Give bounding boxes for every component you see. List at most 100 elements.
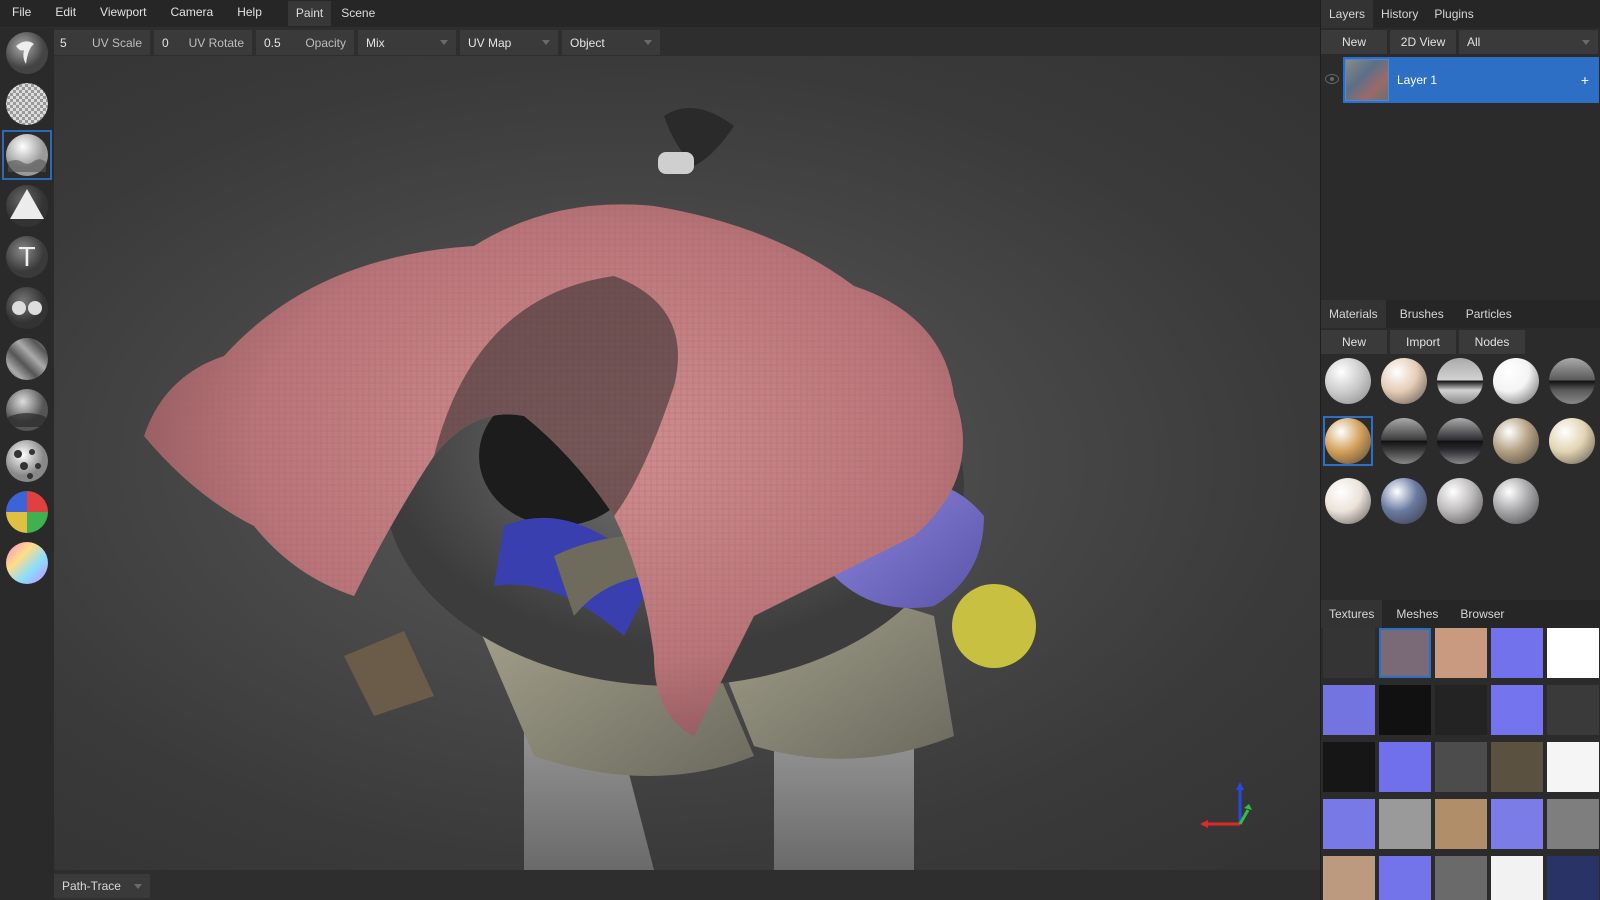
material-swatch[interactable]: [1379, 476, 1429, 526]
tool-options-bar: 5 UV Scale 0 UV Rotate 0.5 Opacity Mix U…: [52, 29, 1320, 56]
material-swatch[interactable]: [1323, 416, 1373, 466]
opacity-field[interactable]: 0.5 Opacity: [256, 30, 354, 55]
material-swatch[interactable]: [1379, 416, 1429, 466]
texture-thumbnail[interactable]: [1547, 856, 1599, 900]
colorid-tool-button[interactable]: [2, 487, 52, 537]
material-swatch[interactable]: [1323, 476, 1373, 526]
texture-thumbnail[interactable]: [1547, 742, 1599, 792]
texture-thumbnail[interactable]: [1435, 799, 1487, 849]
material-swatch[interactable]: [1491, 356, 1541, 406]
fill-tool-button[interactable]: [2, 130, 52, 180]
tool-column: T: [0, 28, 54, 900]
material-swatch[interactable]: [1547, 356, 1597, 406]
menu-viewport[interactable]: Viewport: [88, 0, 158, 27]
texture-thumbnail[interactable]: [1435, 628, 1487, 678]
layer-filter-value: All: [1467, 35, 1481, 49]
texture-thumbnail[interactable]: [1491, 628, 1543, 678]
material-swatch[interactable]: [1379, 356, 1429, 406]
import-material-button[interactable]: Import: [1390, 330, 1456, 354]
texture-thumbnail[interactable]: [1379, 685, 1431, 735]
material-swatch[interactable]: [1435, 476, 1485, 526]
material-swatch[interactable]: [1547, 416, 1597, 466]
texture-thumbnail[interactable]: [1435, 742, 1487, 792]
tab-materials[interactable]: Materials: [1321, 300, 1386, 328]
texture-thumbnail[interactable]: [1323, 856, 1375, 900]
nodes-button[interactable]: Nodes: [1459, 330, 1525, 354]
clone-tool-button[interactable]: [2, 283, 52, 333]
material-ball-icon: [1381, 478, 1427, 524]
picker-tool-button[interactable]: [2, 538, 52, 588]
texture-thumbnail[interactable]: [1379, 856, 1431, 900]
layer-name: Layer 1: [1397, 73, 1438, 87]
material-swatch[interactable]: [1323, 356, 1373, 406]
tab-plugins[interactable]: Plugins: [1426, 0, 1481, 28]
picker-tool-icon: [6, 542, 48, 584]
render-mode-value: Path-Trace: [62, 879, 121, 893]
material-ball-icon: [1437, 418, 1483, 464]
texture-thumbnail[interactable]: [1323, 628, 1375, 678]
tab-particles[interactable]: Particles: [1458, 300, 1520, 328]
texture-thumbnail[interactable]: [1379, 799, 1431, 849]
tab-history[interactable]: History: [1373, 0, 1426, 28]
menu-file[interactable]: File: [0, 0, 43, 27]
material-swatch[interactable]: [1491, 416, 1541, 466]
texture-thumbnail[interactable]: [1435, 856, 1487, 900]
texture-thumbnail[interactable]: [1491, 799, 1543, 849]
fill-tool-icon: [6, 134, 48, 176]
tab-meshes[interactable]: Meshes: [1388, 600, 1446, 628]
texture-thumbnail[interactable]: [1323, 799, 1375, 849]
new-material-button[interactable]: New: [1321, 330, 1387, 354]
tab-scene[interactable]: Scene: [333, 1, 383, 26]
texture-thumbnail[interactable]: [1379, 742, 1431, 792]
textures-tabbar: Textures Meshes Browser: [1321, 600, 1600, 628]
visibility-eye-icon[interactable]: [1325, 74, 1339, 84]
blur-tool-button[interactable]: [2, 334, 52, 384]
tab-paint[interactable]: Paint: [287, 1, 332, 26]
menu-camera[interactable]: Camera: [159, 0, 226, 27]
texcoord-dropdown[interactable]: UV Map: [460, 30, 558, 55]
material-swatch[interactable]: [1435, 356, 1485, 406]
particle-tool-icon: [6, 440, 48, 482]
texture-thumbnail[interactable]: [1491, 742, 1543, 792]
texture-thumbnail[interactable]: [1323, 742, 1375, 792]
texture-thumbnail[interactable]: [1547, 685, 1599, 735]
render-mode-dropdown[interactable]: Path-Trace: [54, 874, 150, 898]
materials-tabbar: Materials Brushes Particles: [1321, 300, 1600, 328]
tab-textures[interactable]: Textures: [1321, 600, 1383, 628]
texture-thumbnail[interactable]: [1491, 856, 1543, 900]
decal-tool-button[interactable]: [2, 181, 52, 231]
texture-thumbnail[interactable]: [1547, 799, 1599, 849]
eraser-tool-button[interactable]: [2, 79, 52, 129]
character-model: [144, 108, 1036, 870]
tab-layers[interactable]: Layers: [1321, 0, 1374, 28]
texture-thumbnail[interactable]: [1491, 685, 1543, 735]
texture-thumbnail[interactable]: [1379, 628, 1431, 678]
uv-rotate-field[interactable]: 0 UV Rotate: [154, 30, 252, 55]
material-swatch[interactable]: [1435, 416, 1485, 466]
menu-edit[interactable]: Edit: [43, 0, 88, 27]
blend-mode-dropdown[interactable]: Mix: [358, 30, 456, 55]
material-ball-icon: [1381, 418, 1427, 464]
texture-thumbnail[interactable]: [1435, 685, 1487, 735]
axis-gizmo-icon[interactable]: [1200, 780, 1260, 840]
texture-thumbnail[interactable]: [1323, 685, 1375, 735]
uv-scale-field[interactable]: 5 UV Scale: [52, 30, 150, 55]
2d-view-button[interactable]: 2D View: [1390, 30, 1456, 54]
plus-icon[interactable]: +: [1581, 72, 1589, 88]
material-ball-icon: [1493, 418, 1539, 464]
uv-scale-label: UV Scale: [91, 35, 142, 50]
tab-brushes[interactable]: Brushes: [1392, 300, 1452, 328]
particle-tool-button[interactable]: [2, 436, 52, 486]
brush-tool-button[interactable]: [2, 28, 52, 78]
new-layer-button[interactable]: New: [1321, 30, 1387, 54]
material-swatch[interactable]: [1491, 476, 1541, 526]
smudge-tool-button[interactable]: [2, 385, 52, 435]
layer-filter-dropdown[interactable]: All: [1459, 30, 1598, 54]
text-tool-button[interactable]: T: [2, 232, 52, 282]
menu-help[interactable]: Help: [225, 0, 274, 27]
texture-thumbnail[interactable]: [1547, 628, 1599, 678]
tab-browser[interactable]: Browser: [1452, 600, 1512, 628]
space-dropdown[interactable]: Object: [562, 30, 660, 55]
3d-viewport[interactable]: [54, 56, 1320, 870]
layer-row[interactable]: Layer 1 +: [1343, 57, 1599, 103]
